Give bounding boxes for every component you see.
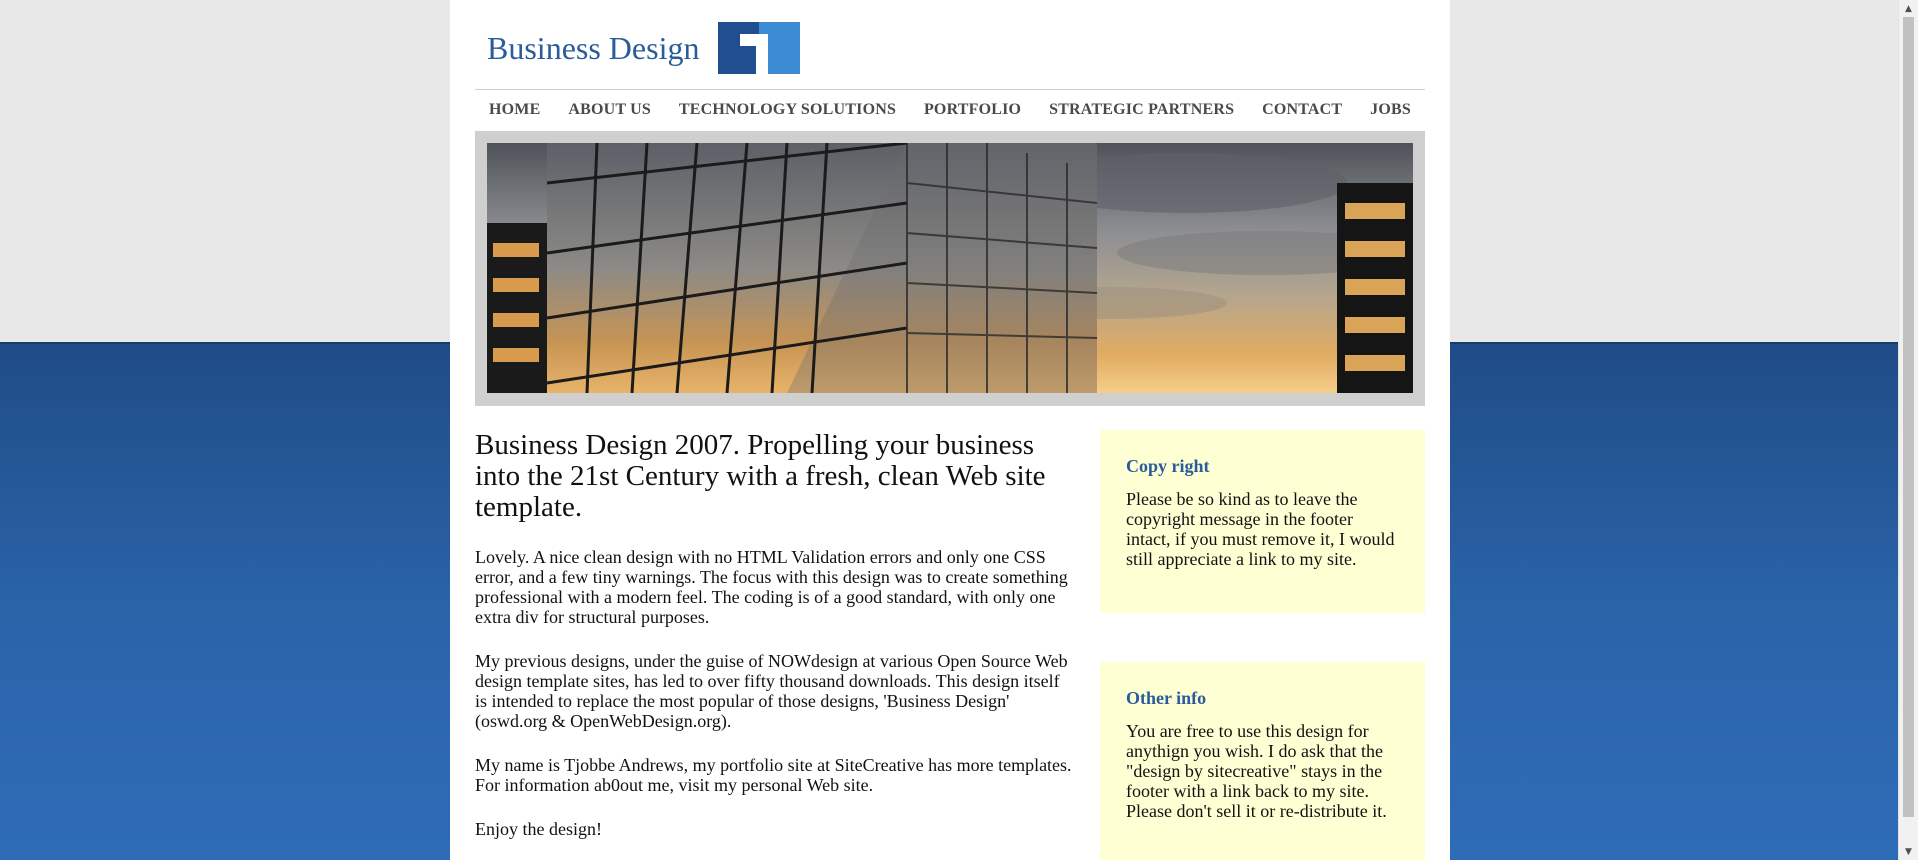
page-container: Business Design HOME ABOUT US TECHNOLOGY… [450, 0, 1450, 860]
main-navigation: HOME ABOUT US TECHNOLOGY SOLUTIONS PORTF… [475, 89, 1425, 129]
intro-paragraph: Lovely. A nice clean design with no HTML… [475, 547, 1068, 627]
previous-designs-paragraph: My previous designs, under the guise of … [475, 651, 1068, 731]
square-logo-icon[interactable] [718, 22, 800, 74]
nav-home[interactable]: HOME [489, 101, 540, 119]
building-reflection-illustration [487, 143, 1413, 393]
nav-jobs[interactable]: JOBS [1370, 101, 1411, 119]
vertical-scrollbar[interactable]: ▲ ▼ [1898, 0, 1918, 860]
closing-paragraph: Enjoy the design! [475, 819, 602, 839]
nav-contact[interactable]: CONTACT [1262, 101, 1342, 119]
arrow-up-icon[interactable]: ▲ [1899, 0, 1918, 17]
nav-about-us[interactable]: ABOUT US [568, 101, 651, 119]
sidebar-box-text: Please be so kind as to leave the copyri… [1126, 489, 1395, 569]
scrollbar-thumb[interactable] [1903, 17, 1914, 817]
arrow-down-icon[interactable]: ▼ [1899, 843, 1918, 860]
sidebar-box-title: Copy right [1126, 456, 1210, 476]
about-author-paragraph: My name is Tjobbe Andrews, my portfolio … [475, 755, 1072, 795]
site-logo-text[interactable]: Business Design [487, 30, 699, 67]
main-content: Business Design 2007. Propelling your bu… [475, 430, 1075, 860]
sidebar-box-copyright: Copy right Please be so kind as to leave… [1100, 430, 1425, 613]
nav-portfolio[interactable]: PORTFOLIO [924, 101, 1021, 119]
page-title: Business Design 2007. Propelling your bu… [475, 429, 1046, 523]
nav-strategic-partners[interactable]: STRATEGIC PARTNERS [1049, 101, 1234, 119]
banner-image [487, 143, 1413, 393]
banner-frame [475, 131, 1425, 406]
nav-technology-solutions[interactable]: TECHNOLOGY SOLUTIONS [679, 101, 896, 119]
sidebar-box-title: Other info [1126, 688, 1207, 708]
sidebar-box-other-info: Other info You are free to use this desi… [1100, 662, 1425, 860]
sidebar-box-text: You are free to use this design for anyt… [1126, 721, 1387, 821]
